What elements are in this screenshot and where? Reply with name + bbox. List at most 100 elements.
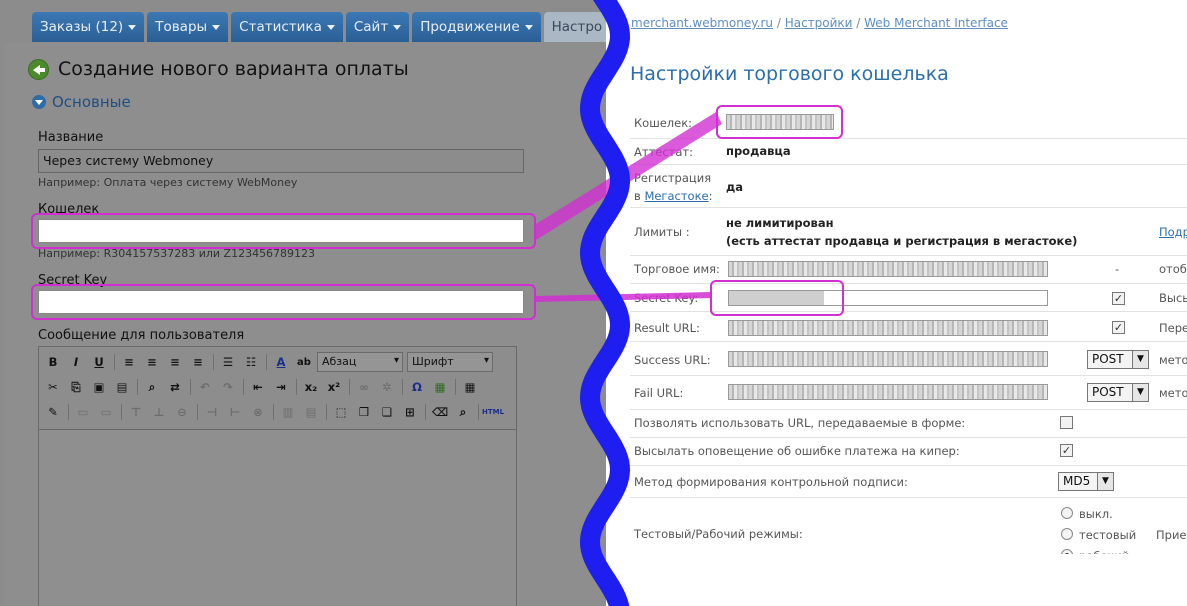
row-props-icon[interactable]: ▭ [73,402,93,422]
delete-col-icon[interactable]: ⊗ [248,402,268,422]
toolbar-separator [197,404,198,420]
sign-method-select[interactable]: MD5 ▼ [1058,472,1114,491]
align-left-icon[interactable]: ≡ [119,352,139,372]
send-error-label: Высылать оповещение об ошибке платежа на… [634,444,960,458]
layer-insert-icon[interactable]: ⊞ [400,402,420,422]
rich-text-editor: B I U ≡ ≡ ≡ ≡ ☰ ☷ A ab Абзац Шрифт ✂ ⎘ ▣… [38,346,517,606]
trade-name-input[interactable] [728,261,1048,277]
back-arrow-icon[interactable] [28,59,49,80]
mode-test-radio[interactable] [1061,528,1073,540]
success-method-select[interactable]: POST ▼ [1087,350,1149,369]
webmoney-pane: merchant.webmoney.ru / Настройки / Web M… [606,0,1187,606]
superscript-icon[interactable]: x² [324,377,344,397]
trade-name-dash: - [1115,262,1120,276]
toolbar-separator [478,404,479,420]
mode-label: Тестовый/Рабочий режимы: [634,527,803,541]
send-error-checkbox[interactable]: ✓ [1060,444,1073,457]
fail-method-select[interactable]: POST ▼ [1087,383,1149,402]
insert-col-before-icon[interactable]: ⊣ [202,402,222,422]
tab-site[interactable]: Сайт [345,12,410,42]
subscript-icon[interactable]: x₂ [301,377,321,397]
row-wallet [630,109,1187,139]
font-select[interactable]: Шрифт [407,352,493,372]
allow-urls-label: Позволять использовать URL, передаваемые… [634,416,966,430]
insert-row-before-icon[interactable]: ⊤ [126,402,146,422]
tab-products[interactable]: Товары [147,12,229,42]
result-url-checkbox[interactable]: ✓ [1112,321,1125,334]
paste-icon[interactable]: ▣ [89,377,109,397]
undo-icon[interactable]: ↶ [195,377,215,397]
replace-icon[interactable]: ⇄ [165,377,185,397]
unlink-icon[interactable]: ✲ [377,377,397,397]
toolbar-separator [273,404,274,420]
chevron-down-icon[interactable] [32,95,46,109]
underline-icon[interactable]: U [89,352,109,372]
merge-cells-icon[interactable]: ▤ [301,402,321,422]
breadcrumb-settings-link[interactable]: Настройки [785,16,853,30]
format-select[interactable]: Абзац [317,352,403,372]
editor-toolbar-row-2: ✂ ⎘ ▣ ▤ ⌕ ⇄ ↶ ↷ ⇤ ⇥ x₂ x² ∞ ✲ Ω ▦ ▦ [43,376,483,398]
preview-icon[interactable]: ⌕ [453,402,473,422]
indent-icon[interactable]: ⇥ [271,377,291,397]
split-cells-icon[interactable]: ▥ [278,402,298,422]
secret-key-row-highlight [710,280,844,316]
text-color-icon[interactable]: A [271,352,291,372]
html-source-button[interactable]: HTML [482,402,504,422]
sign-method-label: Метод формирования контрольной подписи: [634,475,908,489]
breadcrumb-site-link[interactable]: merchant.webmoney.ru [631,16,773,30]
tab-settings[interactable]: Настро [543,12,610,42]
tab-promotion[interactable]: Продвижение [412,12,541,42]
outdent-icon[interactable]: ⇤ [248,377,268,397]
cell-props-icon[interactable]: ▭ [96,402,116,422]
page-title: Создание нового варианта оплаты [58,58,409,80]
table-icon[interactable]: ▦ [460,377,480,397]
visual-aid-icon[interactable]: ⬚ [331,402,351,422]
secret-key-send-clip: Высы [1159,291,1187,305]
find-icon[interactable]: ⌕ [142,377,162,397]
image-icon[interactable]: ▦ [430,377,450,397]
highlight-color-icon[interactable]: ab [294,352,314,372]
toolbar-separator [349,379,350,395]
success-url-input[interactable] [728,351,1048,367]
bottom-fade [606,554,1187,606]
redo-icon[interactable]: ↷ [218,377,238,397]
delete-row-icon[interactable]: ⊖ [172,402,192,422]
tab-statistics[interactable]: Статистика [231,12,343,42]
fail-url-input[interactable] [728,384,1048,400]
insert-row-after-icon[interactable]: ⊥ [149,402,169,422]
secret-key-checkbox[interactable]: ✓ [1112,292,1125,305]
mode-test-label: тестовый [1079,528,1137,542]
bold-icon[interactable]: B [43,352,63,372]
link-icon[interactable]: ∞ [354,377,374,397]
align-right-icon[interactable]: ≡ [165,352,185,372]
megastock-link[interactable]: Мегастоке [644,189,708,203]
align-justify-icon[interactable]: ≡ [188,352,208,372]
limits-details-link[interactable]: Подр [1159,225,1187,239]
layer-icon[interactable]: ❐ [354,402,374,422]
align-center-icon[interactable]: ≡ [142,352,162,372]
tab-orders[interactable]: Заказы (12) [32,12,145,42]
italic-icon[interactable]: I [66,352,86,372]
mode-off-radio[interactable] [1061,507,1073,519]
special-char-icon[interactable]: Ω [407,377,427,397]
cut-icon[interactable]: ✂ [43,377,63,397]
wallet-hint: Например: R304157537283 или Z12345678912… [38,247,316,260]
paste-text-icon[interactable]: ▤ [112,377,132,397]
editor-content-area[interactable] [39,429,516,606]
limits-label: Лимиты : [634,225,690,239]
bullet-list-icon[interactable]: ☰ [218,352,238,372]
name-input[interactable]: Через систему Webmoney [38,149,524,173]
row-limits [630,208,1187,256]
wallet-row-label: Кошелек: [634,116,693,130]
layer-forward-icon[interactable]: ❏ [377,402,397,422]
editor-toolbar-row-3: ✎ ▭ ▭ ⊤ ⊥ ⊖ ⊣ ⊢ ⊗ ▥ ▤ ⬚ ❐ ❏ ⊞ ⌫ ⌕ HTML [43,401,506,423]
allow-urls-checkbox[interactable] [1060,416,1073,429]
edit-table-icon[interactable]: ✎ [43,402,63,422]
insert-col-after-icon[interactable]: ⊢ [225,402,245,422]
result-url-input[interactable] [728,320,1048,336]
clear-format-icon[interactable]: ⌫ [430,402,450,422]
section-title[interactable]: Основные [52,93,131,111]
breadcrumb-interface-link[interactable]: Web Merchant Interface [864,16,1008,30]
numbered-list-icon[interactable]: ☷ [241,352,261,372]
copy-icon[interactable]: ⎘ [66,377,86,397]
